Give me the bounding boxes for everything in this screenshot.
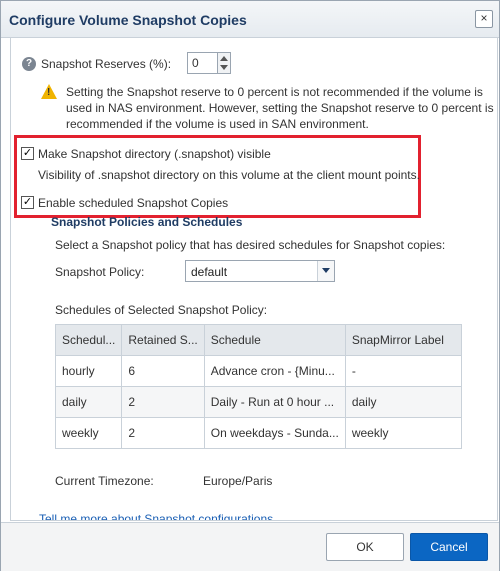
timezone-value: Europe/Paris <box>203 474 273 488</box>
table-row[interactable]: hourly 6 Advance cron - {Minu... - <box>54 355 463 387</box>
dialog-footer: OK Cancel <box>1 522 499 571</box>
snapshot-reserve-spinner[interactable]: 0 <box>187 52 231 74</box>
configure-snapshot-dialog: Configure Volume Snapshot Copies × ? Sna… <box>0 0 500 571</box>
cancel-button[interactable]: Cancel <box>410 533 488 561</box>
snapshot-policy-select[interactable]: default <box>185 260 335 282</box>
snapshot-policy-value[interactable]: default <box>191 265 227 279</box>
table-cell: - <box>344 355 463 387</box>
policies-heading: Snapshot Policies and Schedules <box>51 215 243 229</box>
table-cell: weekly <box>54 417 123 449</box>
spinner-down-icon[interactable] <box>220 65 228 70</box>
column-header-retained[interactable]: Retained S... <box>121 324 205 356</box>
snapshot-directory-label[interactable]: Make Snapshot directory (.snapshot) visi… <box>38 147 271 161</box>
warning-icon-mark: ! <box>47 87 51 98</box>
warning-line-1: Setting the Snapshot reserve to 0 percen… <box>66 85 483 99</box>
table-cell: weekly <box>344 417 463 449</box>
spinner-up-icon[interactable] <box>220 56 228 61</box>
dialog-body: ? Snapshot Reserves (%): 0 ! Setting the… <box>10 38 498 521</box>
table-cell: 2 <box>121 417 205 449</box>
schedules-table: Schedul... Retained S... Schedule SnapMi… <box>54 324 463 449</box>
more-info-link[interactable]: Tell me more about Snapshot configuratio… <box>39 512 273 520</box>
table-cell: daily <box>344 386 463 418</box>
snapshot-directory-description: Visibility of .snapshot directory on thi… <box>38 168 420 182</box>
dropdown-button[interactable] <box>317 261 334 281</box>
table-cell: Daily - Run at 0 hour ... <box>203 386 346 418</box>
close-icon[interactable]: × <box>475 10 493 28</box>
table-cell: 2 <box>121 386 205 418</box>
table-cell: 6 <box>121 355 205 387</box>
help-icon[interactable]: ? <box>22 57 36 71</box>
snapshot-directory-checkbox[interactable]: ✓ <box>21 147 34 160</box>
schedules-label: Schedules of Selected Snapshot Policy: <box>55 303 268 317</box>
snapshot-reserve-label: Snapshot Reserves (%): <box>41 57 172 71</box>
table-header-row: Schedul... Retained S... Schedule SnapMi… <box>54 324 463 356</box>
warning-line-3: recommended if the volume is used in SAN… <box>66 117 369 131</box>
dialog-title: Configure Volume Snapshot Copies <box>9 12 247 28</box>
ok-button[interactable]: OK <box>326 533 404 561</box>
column-header-schedule-name[interactable]: Schedul... <box>54 324 123 356</box>
snapshot-reserve-value[interactable]: 0 <box>192 56 199 70</box>
timezone-label: Current Timezone: <box>55 474 154 488</box>
table-row[interactable]: daily 2 Daily - Run at 0 hour ... daily <box>54 386 463 418</box>
chevron-down-icon[interactable] <box>322 268 330 273</box>
column-header-schedule[interactable]: Schedule <box>203 324 346 356</box>
table-cell: On weekdays - Sunda... <box>203 417 346 449</box>
table-cell: daily <box>54 386 123 418</box>
table-row[interactable]: weekly 2 On weekdays - Sunda... weekly <box>54 417 463 449</box>
scheduled-snapshots-checkbox[interactable]: ✓ <box>21 196 34 209</box>
spinner-arrows[interactable] <box>217 53 230 73</box>
dialog-titlebar[interactable]: Configure Volume Snapshot Copies × <box>1 1 499 38</box>
snapshot-policy-label: Snapshot Policy: <box>55 265 145 279</box>
policy-instruction: Select a Snapshot policy that has desire… <box>55 238 446 252</box>
table-cell: hourly <box>54 355 123 387</box>
column-header-snapmirror-label[interactable]: SnapMirror Label <box>344 324 463 356</box>
scheduled-snapshots-label[interactable]: Enable scheduled Snapshot Copies <box>38 196 228 210</box>
table-cell: Advance cron - {Minu... <box>203 355 346 387</box>
warning-line-2: used in NAS environment. However, settin… <box>66 101 494 115</box>
